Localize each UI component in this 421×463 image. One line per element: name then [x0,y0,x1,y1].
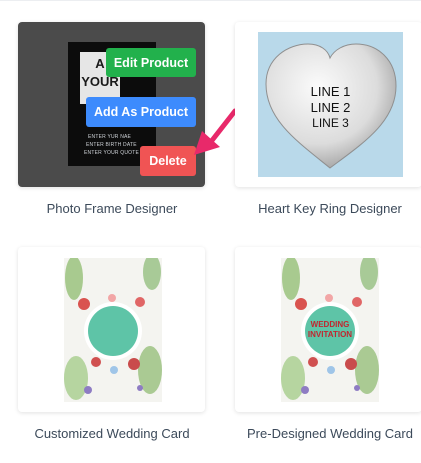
wedding-badge-line-2: INVITATION [307,330,353,339]
product-card-customized-wedding[interactable] [18,247,205,412]
product-title-predesigned-wedding[interactable]: Pre-Designed Wedding Card [225,426,421,441]
wedding-card-thumbnail [64,258,162,402]
product-title-photo-frame[interactable]: Photo Frame Designer [7,201,217,216]
product-card-heart-key-ring[interactable]: LINE 1 LINE 2 LINE 3 [235,22,421,187]
heart-line-2: LINE 2 [310,100,351,115]
product-card-predesigned-wedding[interactable]: WEDDING INVITATION [235,247,421,412]
add-as-product-button[interactable]: Add As Product [86,97,196,127]
product-title-heart-key-ring[interactable]: Heart Key Ring Designer [225,201,421,216]
product-card-photo-frame[interactable]: A YOUR ENTER YUR NAE ENTER BIRTH DATE EN… [18,22,205,187]
edit-product-button[interactable]: Edit Product [106,48,196,77]
wedding-badge-line-1: WEDDING [310,320,350,329]
top-divider [0,0,421,1]
heart-key-ring-thumbnail: LINE 1 LINE 2 LINE 3 [258,32,403,177]
heart-line-3: LINE 3 [312,116,349,130]
heart-line-1: LINE 1 [310,84,351,99]
product-title-customized-wedding[interactable]: Customized Wedding Card [7,426,217,441]
frame-line-1: ENTER YUR NAE [88,134,132,140]
frame-line-3: ENTER YOUR QUOTE [84,150,140,156]
frame-line-2: ENTER BIRTH DATE [86,142,137,148]
predesigned-card-thumbnail: WEDDING INVITATION [281,258,379,402]
floral-decoration-icon [64,258,162,400]
delete-button[interactable]: Delete [140,146,196,176]
